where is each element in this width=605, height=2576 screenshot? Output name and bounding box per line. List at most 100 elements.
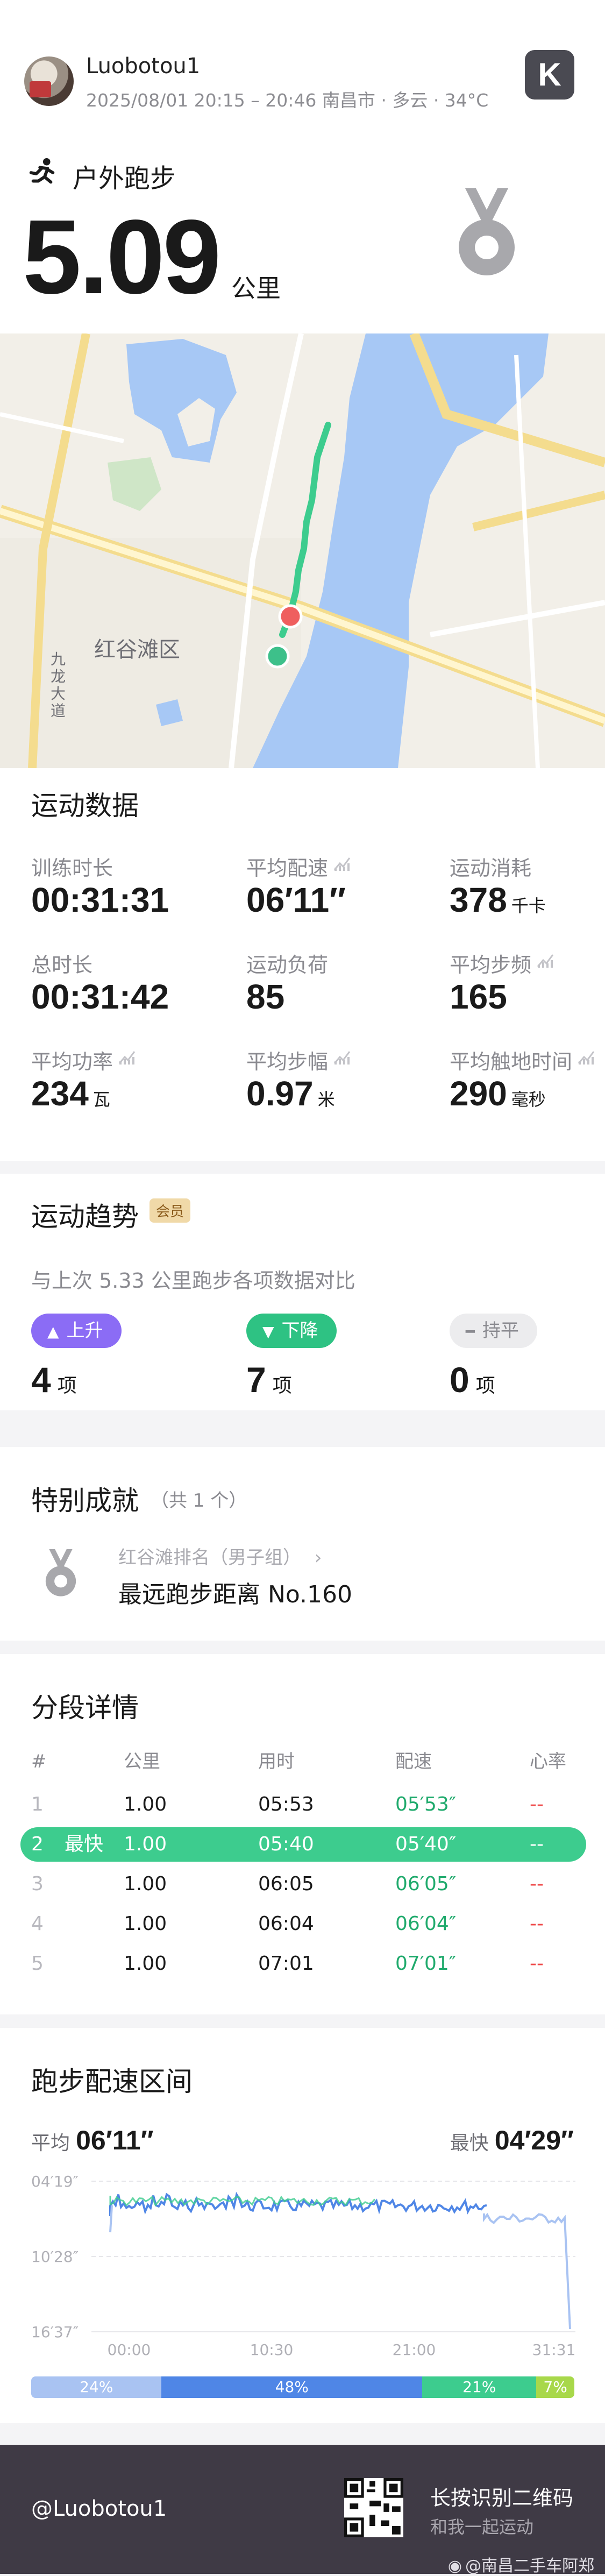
stat-label: 平均步频 [450,953,532,977]
splits-header-cell: 用时 [258,1751,295,1772]
road-label: 九龙大道 [51,650,66,720]
stats-title: 运动数据 [31,790,139,821]
trend-down-count: 7项 [246,1360,292,1400]
running-icon [29,158,55,184]
stat-label: 总时长 [31,953,93,977]
down-arrow-icon: ▼ [262,1323,274,1340]
achievement-sub: 红谷滩排名（男子组） › [118,1547,322,1569]
trend-chart-icon[interactable] [333,1049,352,1066]
vip-badge: 会员 [150,1198,191,1223]
stat-value: 85 [246,977,285,1016]
qr-code-icon[interactable] [344,2478,403,2537]
split-row[interactable]: 5 1.00 07:01 07′01″ -- [0,1948,605,1980]
stat-value: 06′11″ [246,881,346,919]
splits-header-cell: # [31,1751,47,1772]
split-idx: 4 [31,1913,44,1935]
y-tick-label: 10′28″ [31,2248,79,2266]
split-hr: -- [530,1873,544,1895]
split-hr: -- [530,1833,544,1855]
split-time: 05:40 [258,1833,314,1855]
trend-flat-pill[interactable]: ━ 持平 [450,1314,537,1348]
stat-value: 234 瓦 [31,1074,110,1113]
x-tick-label: 00:00 [108,2341,151,2356]
achievement-medal-icon [45,1549,76,1596]
split-km: 1.00 [124,1873,167,1895]
district-label: 红谷滩区 [94,637,180,662]
trend-chart-icon[interactable] [537,953,555,969]
stat-label: 运动消耗 [450,856,532,880]
split-km: 1.00 [124,1793,167,1815]
fastest-label: 最快 [65,1833,104,1855]
split-row[interactable]: 2 1.00 05:40 05′40″ -- 最快 [0,1828,605,1861]
achievements-title: 特别成就 [31,1485,139,1516]
pace-zone-title: 跑步配速区间 [31,2066,193,2097]
qr-subtitle: 和我一起运动 [430,2517,534,2537]
trend-chart-icon[interactable] [578,1049,596,1066]
trends-title: 运动趋势 [31,1201,139,1232]
stat-unit: 毫秒 [511,1089,546,1110]
weibo-icon: ◉ [447,2557,462,2575]
split-hr: -- [530,1913,544,1935]
split-row[interactable]: 3 1.00 06:05 06′05″ -- [0,1868,605,1900]
split-time: 06:05 [258,1873,314,1895]
x-tick-label: 31:31 [532,2341,576,2356]
sport-type: 户外跑步 [73,164,176,194]
stat-label: 训练时长 [31,856,113,880]
trend-chart-icon[interactable] [333,856,352,872]
header-card: Luobotou1 2025/08/01 20:15 – 20:46 南昌市 ·… [0,0,605,333]
distance-value: 5.09 [23,198,221,316]
pace-chart[interactable]: 04′19″ 10′28″ 16′37″ 00:00 10:30 21:00 31:31 [0,2162,605,2356]
stat-value: 0.97 米 [246,1074,335,1113]
split-pace: 05′53″ [395,1793,457,1815]
split-row[interactable]: 4 1.00 06:04 06′04″ -- [0,1908,605,1940]
stat-value: 290 毫秒 [450,1074,546,1113]
pace-trace-slow [483,2212,571,2330]
avatar[interactable] [24,56,74,106]
pace-zone-segment: 24% [31,2376,162,2398]
footer-handle[interactable]: @Luobotou1 [31,2496,167,2521]
split-pace: 05′40″ [395,1833,457,1855]
splits-title: 分段详情 [31,1692,139,1723]
stat-value: 378 千卡 [450,881,546,919]
pace-trace-main [109,2191,487,2216]
pace-zone-segment: 48% [161,2376,423,2398]
split-time: 07:01 [258,1953,314,1975]
medal-icon[interactable] [454,188,519,280]
achievements-count: （共 1 个） [151,1490,247,1511]
trend-chart-icon[interactable] [118,1049,137,1066]
trend-flat-count: 0项 [450,1360,495,1400]
flat-dash-icon: ━ [466,1323,475,1340]
up-label: 上升 [66,1320,103,1342]
stat-label: 运动负荷 [246,953,329,977]
trend-down-pill[interactable]: ▼ 下降 [246,1314,337,1348]
y-tick-label: 16′37″ [31,2323,79,2341]
split-hr: -- [530,1793,544,1815]
qr-title: 长按识别二维码 [430,2486,574,2510]
pace-zone-segment: 21% [422,2376,537,2398]
up-arrow-icon: ▲ [47,1323,59,1340]
stat-label: 平均步幅 [246,1050,329,1074]
route-map[interactable]: 红谷滩区 九龙大道 [0,333,605,768]
split-km: 1.00 [124,1953,167,1975]
down-label: 下降 [281,1320,318,1342]
fast-pace: 最快 04′29″ [450,2125,574,2155]
split-time: 05:53 [258,1793,314,1815]
split-row[interactable]: 1 1.00 05:53 05′53″ -- [0,1789,605,1821]
achievements-card: 特别成就 （共 1 个） 红谷滩排名（男子组） › 最远跑步距离 No.160 [0,1447,605,1641]
stat-unit: 瓦 [92,1089,110,1110]
split-pace: 06′04″ [395,1913,457,1935]
stat-label: 平均触地时间 [450,1050,573,1074]
split-idx: 5 [31,1953,44,1975]
stat-value: 00:31:42 [31,977,169,1016]
split-idx: 1 [31,1793,44,1815]
pace-zone-segment: 7% [536,2376,574,2398]
split-time: 06:04 [258,1913,314,1935]
achievement-main: 最远跑步距离 No.160 [118,1581,353,1608]
compare-text: 与上次 5.33 公里跑步各项数据对比 [31,1269,355,1293]
username[interactable]: Luobotou1 [86,54,200,79]
split-km: 1.00 [124,1913,167,1935]
distance-unit: 公里 [231,274,281,303]
achievement-item[interactable]: 红谷滩排名（男子组） › 最远跑步距离 No.160 [0,1538,605,1608]
app-logo-icon[interactable]: K [525,50,574,100]
trend-up-pill[interactable]: ▲ 上升 [31,1314,122,1348]
